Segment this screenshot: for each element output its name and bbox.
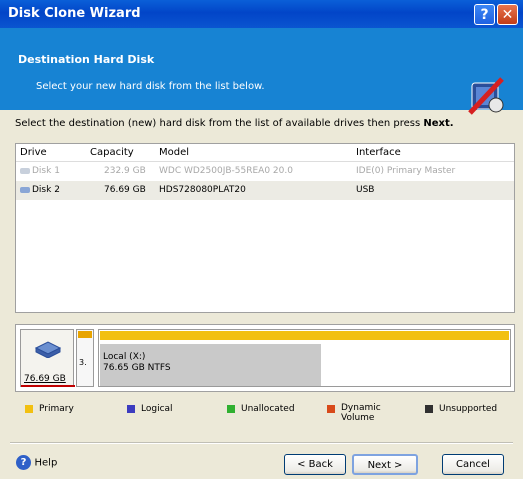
unsupported-swatch xyxy=(425,405,433,413)
column-interface[interactable]: Interface xyxy=(356,147,401,158)
selection-underline xyxy=(21,385,75,387)
drive-capacity: 232.9 GB xyxy=(104,166,146,176)
logical-swatch xyxy=(127,405,135,413)
drive-interface: IDE(0) Primary Master xyxy=(356,166,456,176)
wizard-header: Destination Hard Disk Select your new ha… xyxy=(0,28,523,115)
partition-name: Local (X:) xyxy=(103,352,146,362)
close-button[interactable]: ✕ xyxy=(497,4,518,25)
window-title: Disk Clone Wizard xyxy=(8,6,141,21)
help-label: Help xyxy=(34,457,58,469)
hard-disk-icon xyxy=(20,186,30,193)
cancel-button[interactable]: Cancel xyxy=(442,454,504,475)
instruction-bold: Next. xyxy=(423,118,454,129)
drive-model: HDS728080PLAT20 xyxy=(159,185,246,195)
disk-clone-wizard-icon xyxy=(468,77,504,115)
dynamic-swatch xyxy=(327,405,335,413)
header-title: Destination Hard Disk xyxy=(18,53,155,66)
legend-label: Unsupported xyxy=(439,404,498,414)
header-subtitle: Select your new hard disk from the list … xyxy=(36,81,265,92)
drive-row-disk-2[interactable]: Disk 2 76.69 GB HDS728080PLAT20 USB xyxy=(16,181,514,200)
disk-size: 76.69 GB xyxy=(24,374,66,384)
partition-info: 76.65 GB NTFS xyxy=(103,363,171,373)
unallocated-swatch xyxy=(227,405,235,413)
drive-model: WDC WD2500JB-55REA0 20.0 xyxy=(159,166,293,176)
instruction-main: Select the destination (new) hard disk f… xyxy=(15,118,421,129)
drive-name: Disk 1 xyxy=(32,166,60,176)
next-button[interactable]: Next > xyxy=(352,454,418,475)
column-capacity[interactable]: Capacity xyxy=(90,147,134,158)
drive-name: Disk 2 xyxy=(32,185,60,195)
small-partition[interactable]: 3. xyxy=(76,329,94,387)
legend-label: Logical xyxy=(141,404,173,414)
partition-local-x[interactable]: Local (X:) 76.65 GB NTFS xyxy=(98,329,511,387)
instruction-text: Select the destination (new) hard disk f… xyxy=(15,118,510,129)
help-icon: ? xyxy=(16,455,31,470)
selected-disk-box[interactable]: 76.69 GB xyxy=(20,329,75,387)
help-title-button[interactable]: ? xyxy=(474,4,495,25)
primary-bar xyxy=(78,331,92,338)
hard-disk-icon xyxy=(20,167,30,174)
column-model[interactable]: Model xyxy=(159,147,189,158)
title-bar: Disk Clone Wizard ? ✕ xyxy=(0,0,523,28)
primary-swatch xyxy=(25,405,33,413)
legend-label: Unallocated xyxy=(241,404,295,414)
help-button[interactable]: ? Help xyxy=(16,455,57,470)
column-drive[interactable]: Drive xyxy=(20,147,47,158)
drive-row-disk-1[interactable]: Disk 1 232.9 GB WDC WD2500JB-55REA0 20.0… xyxy=(16,162,514,181)
back-button[interactable]: < Back xyxy=(284,454,346,475)
drive-capacity: 76.69 GB xyxy=(104,185,146,195)
legend-label: Dynamic Volume xyxy=(341,403,381,423)
drive-interface: USB xyxy=(356,185,375,195)
list-header: Drive Capacity Model Interface xyxy=(16,144,514,162)
disk-partition-map: 76.69 GB 3. Local (X:) 76.65 GB NTFS xyxy=(15,324,515,392)
partition-legend: Primary Logical Unallocated Dynamic Volu… xyxy=(15,400,515,430)
drive-list[interactable]: Drive Capacity Model Interface Disk 1 23… xyxy=(15,143,515,313)
small-partition-label: 3. xyxy=(79,358,87,367)
legend-label: Primary xyxy=(39,404,74,414)
footer-separator xyxy=(10,442,513,444)
hard-drive-icon xyxy=(34,341,62,358)
primary-bar xyxy=(100,331,509,340)
